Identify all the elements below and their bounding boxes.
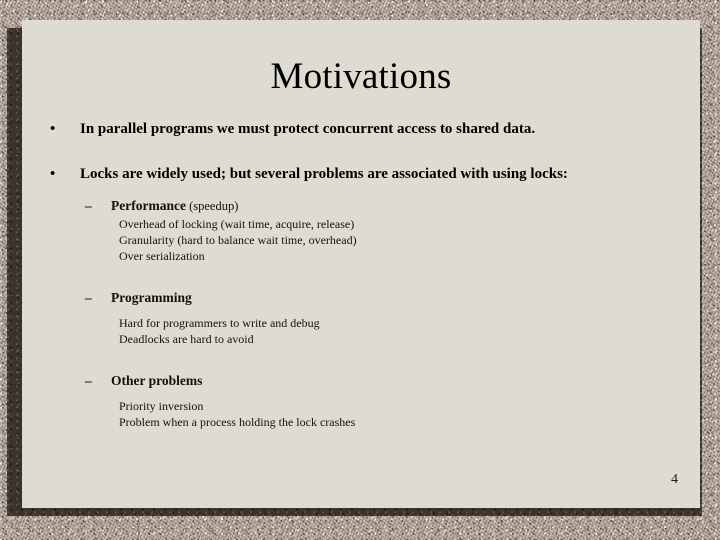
list-item: Overhead of locking (wait time, acquire,… bbox=[119, 217, 355, 232]
section-item-list: Hard for programmers to write and debug … bbox=[22, 316, 700, 347]
bullet-item-1: • In parallel programs we must protect c… bbox=[22, 120, 700, 139]
list-item: Problem when a process holding the lock … bbox=[119, 414, 356, 429]
dash-icon: – bbox=[85, 373, 92, 389]
section-other-problems: – Other problems Priority inversion Prob… bbox=[22, 373, 700, 430]
page-number: 4 bbox=[671, 472, 678, 487]
bullet-text-2: Locks are widely used; but several probl… bbox=[80, 165, 568, 182]
list-item: Hard for programmers to write and debug bbox=[119, 316, 320, 331]
section-heading-row: – Other problems bbox=[22, 373, 700, 390]
section-heading-row: – Programming bbox=[22, 290, 700, 307]
slide-body: • In parallel programs we must protect c… bbox=[22, 120, 700, 430]
bullet-dot-icon: • bbox=[50, 165, 56, 182]
slide-canvas: Motivations • In parallel programs we mu… bbox=[22, 20, 700, 508]
section-heading: Programming bbox=[111, 290, 192, 306]
section-item-list: Overhead of locking (wait time, acquire,… bbox=[22, 217, 700, 264]
section-programming: – Programming Hard for programmers to wr… bbox=[22, 290, 700, 347]
bullet-text-1: In parallel programs we must protect con… bbox=[80, 121, 536, 137]
bullet-dot-icon: • bbox=[50, 121, 56, 137]
list-item: Priority inversion bbox=[119, 399, 204, 414]
section-heading-row: – Performance (speedup) bbox=[22, 198, 700, 215]
section-heading: Performance bbox=[111, 197, 186, 213]
list-item: Deadlocks are hard to avoid bbox=[119, 331, 254, 346]
list-item: Over serialization bbox=[119, 248, 205, 263]
list-item: Granularity (hard to balance wait time, … bbox=[119, 232, 357, 247]
section-heading-suffix: (speedup) bbox=[185, 198, 239, 213]
section-item-list: Priority inversion Problem when a proces… bbox=[22, 399, 700, 430]
page-title: Motivations bbox=[270, 56, 452, 97]
section-heading: Other problems bbox=[111, 373, 203, 389]
section-performance: – Performance (speedup) Overhead of lock… bbox=[22, 198, 700, 265]
presentation-backdrop: Motivations • In parallel programs we mu… bbox=[0, 0, 720, 540]
dash-icon: – bbox=[85, 290, 92, 306]
bullet-item-2: • Locks are widely used; but several pro… bbox=[22, 165, 700, 184]
dash-icon: – bbox=[85, 197, 92, 213]
